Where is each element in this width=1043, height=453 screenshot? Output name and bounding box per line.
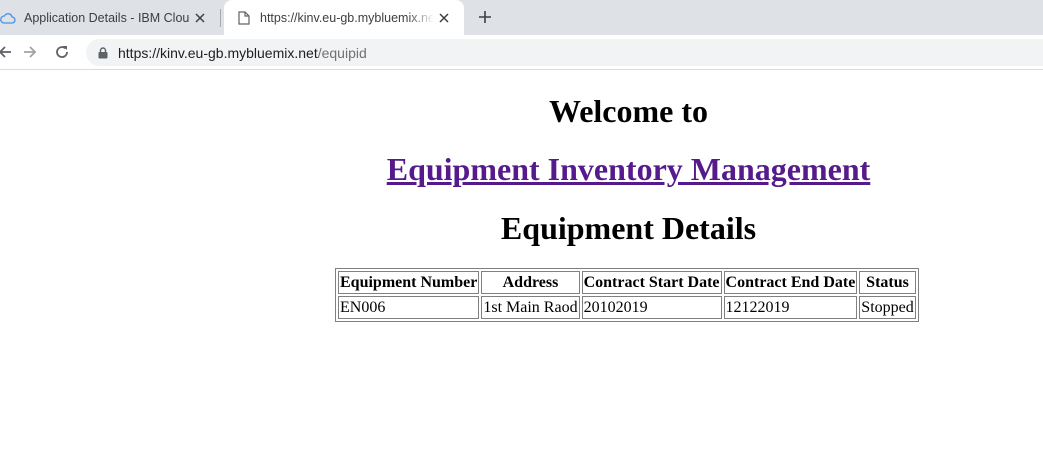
column-header-status: Status (859, 271, 916, 294)
column-header-contract-start-date: Contract Start Date (581, 271, 722, 294)
column-header-equipment-number: Equipment Number (338, 271, 480, 294)
welcome-heading: Welcome to (548, 93, 709, 129)
app-title: Equipment Inventory Management (214, 151, 1043, 188)
reload-button[interactable] (51, 41, 73, 63)
tab-title: https://kinv.eu-gb.mybluemix.net/equipid (260, 10, 434, 25)
cell-equipment-number: EN006 (338, 296, 480, 319)
tab-separator (220, 9, 221, 27)
address-bar[interactable]: https://kinv.eu-gb.mybluemix.net/equipid (86, 39, 1043, 66)
page-title: Equipment Details (500, 210, 757, 246)
close-icon[interactable] (190, 8, 210, 28)
cell-contract-start-date: 20102019 (581, 296, 722, 319)
app-home-link[interactable]: Equipment Inventory Management (387, 151, 871, 187)
table-row: EN006 1st Main Raod 20102019 12122019 St… (338, 296, 916, 319)
plus-icon (479, 11, 491, 23)
url-path: /equipid (317, 44, 367, 61)
tab-equipid[interactable]: https://kinv.eu-gb.mybluemix.net/equipid (224, 0, 464, 35)
arrow-left-icon (0, 46, 11, 58)
page-content: Welcome to Equipment Inventory Managemen… (0, 71, 1043, 453)
url-host: https://kinv.eu-gb.mybluemix.net (118, 44, 318, 61)
tab-title: Application Details - IBM Cloud (24, 10, 190, 25)
column-header-address: Address (481, 271, 580, 294)
close-icon[interactable] (434, 8, 454, 28)
table-header-row: Equipment Number Address Contract Start … (338, 271, 916, 294)
arrow-right-icon (24, 46, 37, 58)
reload-icon (56, 46, 68, 58)
column-header-contract-end-date: Contract End Date (723, 271, 858, 294)
equipment-table: Equipment Number Address Contract Start … (335, 268, 919, 322)
tab-ibm-cloud[interactable]: Application Details - IBM Cloud (0, 0, 220, 35)
forward-button[interactable] (19, 41, 41, 63)
cell-status: Stopped (859, 296, 916, 319)
back-button[interactable] (0, 41, 16, 63)
cell-contract-end-date: 12122019 (723, 296, 858, 319)
new-tab-button[interactable] (474, 6, 496, 28)
lock-icon (98, 46, 108, 59)
cell-address: 1st Main Raod (481, 296, 580, 319)
page-icon (236, 10, 252, 26)
browser-tabstrip: Application Details - IBM Cloud https://… (0, 0, 1043, 35)
browser-toolbar: https://kinv.eu-gb.mybluemix.net/equipid (0, 35, 1043, 70)
cloud-icon (0, 10, 16, 26)
